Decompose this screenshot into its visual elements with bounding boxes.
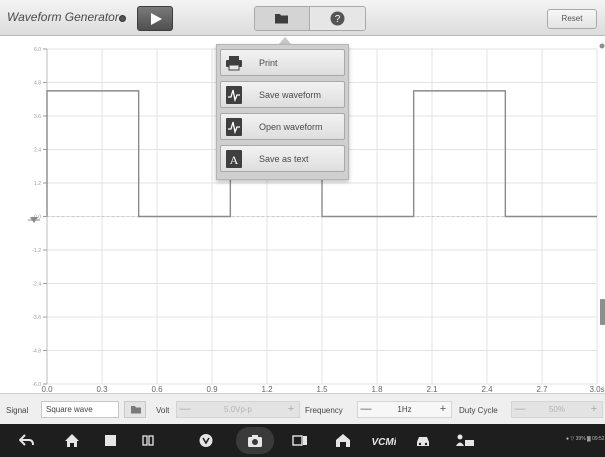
volt-stepper[interactable]: — 5.0Vp-p + bbox=[176, 401, 300, 418]
camera-icon bbox=[248, 435, 262, 447]
duty-cycle-value: 50% bbox=[548, 405, 565, 414]
file-help-segment: ? bbox=[254, 6, 366, 31]
x-tick-label: 0.3 bbox=[96, 385, 108, 392]
help-button[interactable]: ? bbox=[311, 7, 365, 30]
screen-record-icon[interactable] bbox=[292, 433, 308, 448]
x-tick-label: 0.6 bbox=[151, 385, 163, 392]
y-tick-label: 2.4 bbox=[34, 148, 41, 154]
settings-gear-icon[interactable] bbox=[119, 15, 126, 22]
y-tick-label: -1.2 bbox=[32, 248, 41, 254]
frequency-value: 1Hz bbox=[397, 405, 412, 414]
back-icon[interactable] bbox=[19, 433, 35, 448]
signal-file-button[interactable] bbox=[124, 401, 146, 418]
y-tick-label: -3.6 bbox=[32, 315, 41, 321]
x-tick-label: 1.5 bbox=[316, 385, 328, 392]
y-tick-label: -6.0 bbox=[32, 382, 41, 388]
printer-icon bbox=[226, 56, 242, 71]
folder-icon bbox=[275, 14, 288, 24]
x-tick-label: 3.0s bbox=[589, 385, 604, 392]
home-icon[interactable] bbox=[64, 433, 80, 448]
menu-item-save-waveform[interactable]: Save waveform bbox=[220, 81, 345, 108]
reset-button[interactable]: Reset bbox=[547, 9, 597, 29]
duty-cycle-stepper[interactable]: — 50% + bbox=[511, 401, 603, 418]
svg-text:?: ? bbox=[335, 14, 341, 25]
x-tick-label: 0.0 bbox=[41, 385, 53, 392]
menu-item-label: Open waveform bbox=[259, 122, 323, 132]
status-indicators: ● ▽ 39% ▓ 09:52 bbox=[566, 436, 605, 442]
system-navigation-bar: VCMi ● ▽ 39% ▓ 09:52 bbox=[0, 424, 605, 457]
help-icon: ? bbox=[330, 11, 345, 26]
x-tick-label: 1.8 bbox=[371, 385, 383, 392]
play-button[interactable] bbox=[137, 6, 173, 31]
scroll-handle-right[interactable] bbox=[600, 299, 605, 325]
save-text-icon: A bbox=[226, 150, 242, 168]
volt-value: 5.0Vp-p bbox=[223, 405, 253, 414]
open-waveform-icon bbox=[226, 118, 242, 136]
frequency-stepper[interactable]: — 1Hz + bbox=[357, 401, 452, 418]
duty-increase-button[interactable]: + bbox=[586, 402, 602, 417]
volt-decrease-button[interactable]: — bbox=[177, 402, 193, 417]
volt-increase-button[interactable]: + bbox=[283, 402, 299, 417]
svg-text:A: A bbox=[230, 153, 239, 167]
y-tick-label: -2.4 bbox=[32, 282, 41, 288]
file-dropdown-menu: Print Save waveform Open waveform A Save… bbox=[216, 44, 349, 180]
duty-cycle-label: Duty Cycle bbox=[459, 406, 498, 415]
y-tick-label: 6.0 bbox=[34, 47, 41, 53]
vcmi-icon[interactable]: VCMi bbox=[372, 433, 396, 448]
vehicle-icon[interactable] bbox=[415, 433, 431, 448]
x-tick-label: 0.9 bbox=[206, 385, 218, 392]
menu-item-save-as-text[interactable]: A Save as text bbox=[220, 145, 345, 172]
file-button[interactable] bbox=[255, 7, 310, 30]
save-waveform-icon bbox=[226, 86, 242, 104]
y-tick-label: -4.8 bbox=[32, 349, 41, 355]
frequency-increase-button[interactable]: + bbox=[435, 402, 451, 417]
signal-type-select[interactable]: Square wave bbox=[41, 401, 119, 418]
duty-decrease-button[interactable]: — bbox=[512, 402, 528, 417]
garage-home-icon[interactable] bbox=[335, 433, 351, 448]
menu-item-label: Save waveform bbox=[259, 90, 322, 100]
svg-text:VCMi: VCMi bbox=[372, 437, 396, 448]
y-tick-label: 4.8 bbox=[34, 81, 41, 87]
menu-item-open-waveform[interactable]: Open waveform bbox=[220, 113, 345, 140]
signal-controls-bar: Signal Square wave Volt — 5.0Vp-p + Freq… bbox=[0, 393, 605, 424]
x-tick-label: 2.1 bbox=[426, 385, 438, 392]
menu-item-label: Print bbox=[259, 58, 278, 68]
screenshot-button[interactable] bbox=[236, 427, 274, 454]
signal-label: Signal bbox=[6, 406, 29, 415]
split-screen-icon[interactable] bbox=[140, 433, 156, 448]
top-toolbar: Waveform Generator ? Reset bbox=[0, 0, 605, 36]
corner-indicator bbox=[599, 43, 605, 49]
menu-item-print[interactable]: Print bbox=[220, 49, 345, 76]
app-title: Waveform Generator bbox=[7, 10, 119, 24]
x-tick-label: 2.4 bbox=[481, 385, 493, 392]
frequency-decrease-button[interactable]: — bbox=[358, 402, 374, 417]
y-tick-label: 3.6 bbox=[34, 114, 41, 120]
menu-caret bbox=[279, 37, 291, 44]
volt-label: Volt bbox=[156, 406, 170, 415]
x-tick-label: 2.7 bbox=[536, 385, 548, 392]
recent-apps-icon[interactable] bbox=[102, 433, 118, 448]
play-icon bbox=[151, 13, 162, 25]
folder-icon bbox=[131, 406, 141, 414]
vci-shield-icon[interactable] bbox=[198, 433, 214, 448]
menu-item-label: Save as text bbox=[259, 154, 309, 164]
x-tick-label: 1.2 bbox=[261, 385, 273, 392]
y-tick-label: 1.2 bbox=[34, 181, 41, 187]
people-vehicle-icon[interactable] bbox=[455, 433, 475, 448]
frequency-label: Frequency bbox=[305, 406, 343, 415]
